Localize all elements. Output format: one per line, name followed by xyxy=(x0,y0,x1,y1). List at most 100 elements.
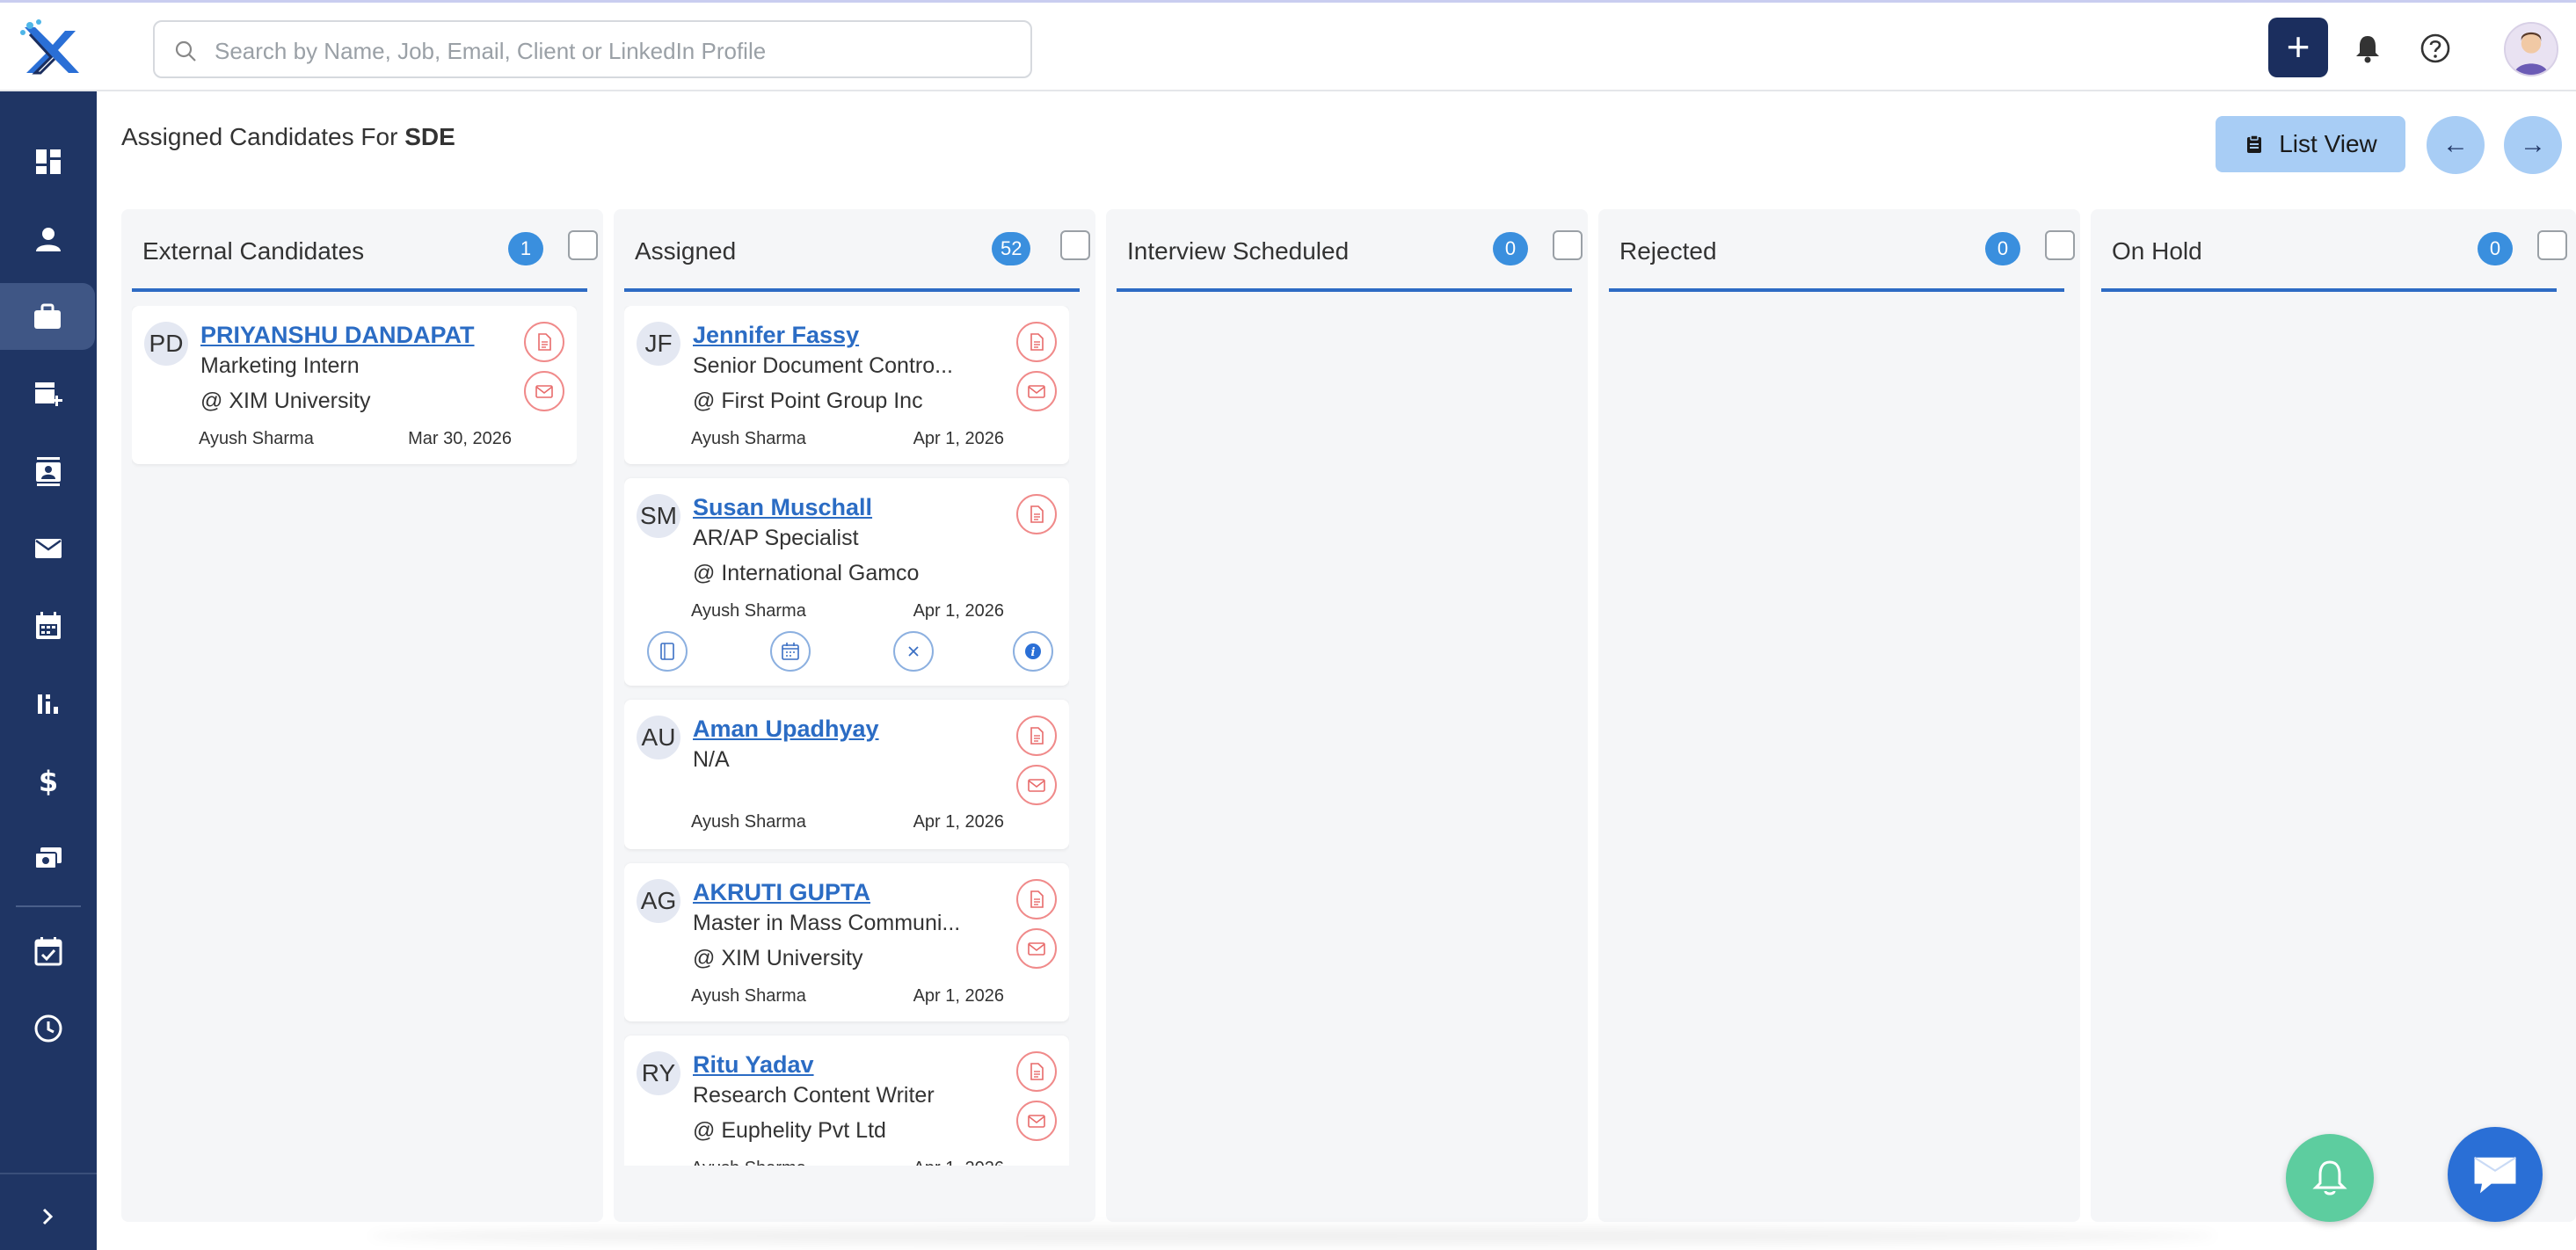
info-button[interactable]: i xyxy=(1013,631,1053,672)
column-rejected: Rejected 0 xyxy=(1598,209,2080,1222)
document-icon xyxy=(1030,1063,1044,1080)
select-all-checkbox[interactable] xyxy=(1553,230,1583,260)
help-icon[interactable] xyxy=(2420,33,2451,64)
email-button[interactable] xyxy=(1016,1101,1057,1141)
candidate-card[interactable]: AU Aman Upadhyay N/A Ayush Sharma Apr 1,… xyxy=(624,700,1069,849)
resume-button[interactable] xyxy=(1016,1051,1057,1092)
initials-avatar: SM xyxy=(637,494,680,538)
store-add-icon xyxy=(35,382,62,406)
search-input[interactable]: Search by Name, Job, Email, Client or Li… xyxy=(153,20,1032,78)
sidebar-item-reports[interactable] xyxy=(0,670,97,737)
candidate-name-link[interactable]: Ritu Yadav xyxy=(693,1051,814,1079)
dashboard-icon xyxy=(36,149,61,174)
candidate-name-link[interactable]: Jennifer Fassy xyxy=(693,322,859,349)
search-icon xyxy=(175,40,196,62)
user-avatar[interactable] xyxy=(2504,22,2558,76)
column-title: Interview Scheduled xyxy=(1127,237,1350,265)
svg-text:$: $ xyxy=(39,765,58,796)
dollar-icon: $ xyxy=(39,765,58,796)
app-logo[interactable] xyxy=(18,18,81,78)
candidate-card[interactable]: SM Susan Muschall AR/AP Specialist @ Int… xyxy=(624,478,1069,686)
expand-sidebar-chevron-icon[interactable] xyxy=(32,1201,63,1232)
candidate-company: @ International Gamco xyxy=(693,561,920,585)
initials-avatar: AG xyxy=(637,879,680,923)
sidebar-item-mail[interactable] xyxy=(0,515,97,582)
resume-button[interactable] xyxy=(1016,879,1057,919)
candidate-card[interactable]: AG AKRUTI GUPTA Master in Mass Communi..… xyxy=(624,863,1069,1021)
email-button[interactable] xyxy=(1016,371,1057,411)
calendar-icon xyxy=(782,643,799,660)
sidebar-item-clients[interactable] xyxy=(0,360,97,427)
candidate-company: @ First Point Group Inc xyxy=(693,389,923,413)
select-all-checkbox[interactable] xyxy=(568,230,598,260)
column-header: Assigned 52 xyxy=(624,209,1090,292)
resume-button[interactable] xyxy=(1016,716,1057,756)
candidate-date: Apr 1, 2026 xyxy=(913,601,1004,621)
column-header: On Hold 0 xyxy=(2101,209,2567,292)
briefcase-icon xyxy=(34,303,61,329)
sidebar-item-tasks[interactable] xyxy=(0,918,97,985)
candidate-name-link[interactable]: AKRUTI GUPTA xyxy=(693,879,870,906)
previous-button[interactable]: ← xyxy=(2427,116,2485,174)
count-badge: 1 xyxy=(508,232,543,265)
add-button[interactable]: + xyxy=(2268,18,2328,77)
sidebar-divider xyxy=(16,905,81,907)
candidate-name-link[interactable]: Aman Upadhyay xyxy=(693,716,879,743)
document-icon xyxy=(1030,505,1044,523)
cards-list: JF Jennifer Fassy Senior Document Contro… xyxy=(624,306,1069,1166)
sidebar-item-history[interactable] xyxy=(0,995,97,1062)
resume-button[interactable] xyxy=(1016,494,1057,534)
sidebar-bottom-divider xyxy=(0,1173,97,1174)
column-header: Rejected 0 xyxy=(1609,209,2075,292)
document-icon xyxy=(538,333,551,351)
list-view-button[interactable]: List View xyxy=(2216,116,2405,172)
column-external-candidates: External Candidates 1 PD PRIYANSHU DANDA… xyxy=(121,209,603,1222)
sidebar-item-payments[interactable] xyxy=(0,825,97,891)
candidate-date: Mar 30, 2026 xyxy=(408,429,512,448)
close-icon xyxy=(908,646,919,657)
email-button[interactable] xyxy=(1016,928,1057,969)
sidebar-item-billing[interactable]: $ xyxy=(0,747,97,814)
email-button[interactable] xyxy=(524,371,564,411)
select-all-checkbox[interactable] xyxy=(1060,230,1090,260)
floating-notification-button[interactable] xyxy=(2286,1134,2374,1222)
initials-avatar: JF xyxy=(637,322,680,366)
candidate-card[interactable]: JF Jennifer Fassy Senior Document Contro… xyxy=(624,306,1069,464)
floating-chat-button[interactable] xyxy=(2448,1127,2543,1222)
sidebar-item-candidates[interactable] xyxy=(0,206,97,273)
resume-button[interactable] xyxy=(1016,322,1057,362)
cards-list: PD PRIYANSHU DANDAPAT Marketing Intern @… xyxy=(132,306,577,1166)
resume-button[interactable] xyxy=(524,322,564,362)
email-button[interactable] xyxy=(1016,765,1057,805)
select-all-checkbox[interactable] xyxy=(2537,230,2567,260)
clock-icon xyxy=(34,1014,62,1043)
count-badge: 0 xyxy=(1985,232,2020,265)
candidate-company: @ XIM University xyxy=(693,946,863,970)
candidate-name-link[interactable]: Susan Muschall xyxy=(693,494,872,521)
candidate-owner: Ayush Sharma xyxy=(691,1159,806,1166)
notes-button[interactable] xyxy=(647,631,688,672)
next-button[interactable]: → xyxy=(2504,116,2562,174)
schedule-interview-button[interactable] xyxy=(770,631,811,672)
select-all-checkbox[interactable] xyxy=(2045,230,2075,260)
candidate-company: @ XIM University xyxy=(200,389,371,413)
candidate-job: Research Content Writer xyxy=(693,1083,935,1108)
sidebar-item-dashboard[interactable] xyxy=(0,128,97,195)
column-interview-scheduled: Interview Scheduled 0 xyxy=(1106,209,1588,1222)
envelope-icon xyxy=(1028,942,1045,956)
reject-button[interactable] xyxy=(893,631,934,672)
candidate-job: N/A xyxy=(693,747,730,772)
sidebar-item-jobs[interactable] xyxy=(0,283,95,350)
column-title: Rejected xyxy=(1619,237,1717,265)
candidate-owner: Ayush Sharma xyxy=(691,812,806,832)
candidate-card[interactable]: PD PRIYANSHU DANDAPAT Marketing Intern @… xyxy=(132,306,577,464)
sidebar-item-calendar[interactable] xyxy=(0,592,97,659)
sidebar-item-contacts[interactable] xyxy=(0,438,97,505)
main-content: Assigned Candidates For SDE List View ← … xyxy=(97,91,2576,1250)
notifications-bell-icon[interactable] xyxy=(2353,33,2383,64)
candidate-owner: Ayush Sharma xyxy=(691,986,806,1006)
candidate-card[interactable]: RY Ritu Yadav Research Content Writer @ … xyxy=(624,1036,1069,1166)
column-title: External Candidates xyxy=(142,237,365,265)
candidate-name-link[interactable]: PRIYANSHU DANDAPAT xyxy=(200,322,475,349)
count-badge: 0 xyxy=(2478,232,2513,265)
